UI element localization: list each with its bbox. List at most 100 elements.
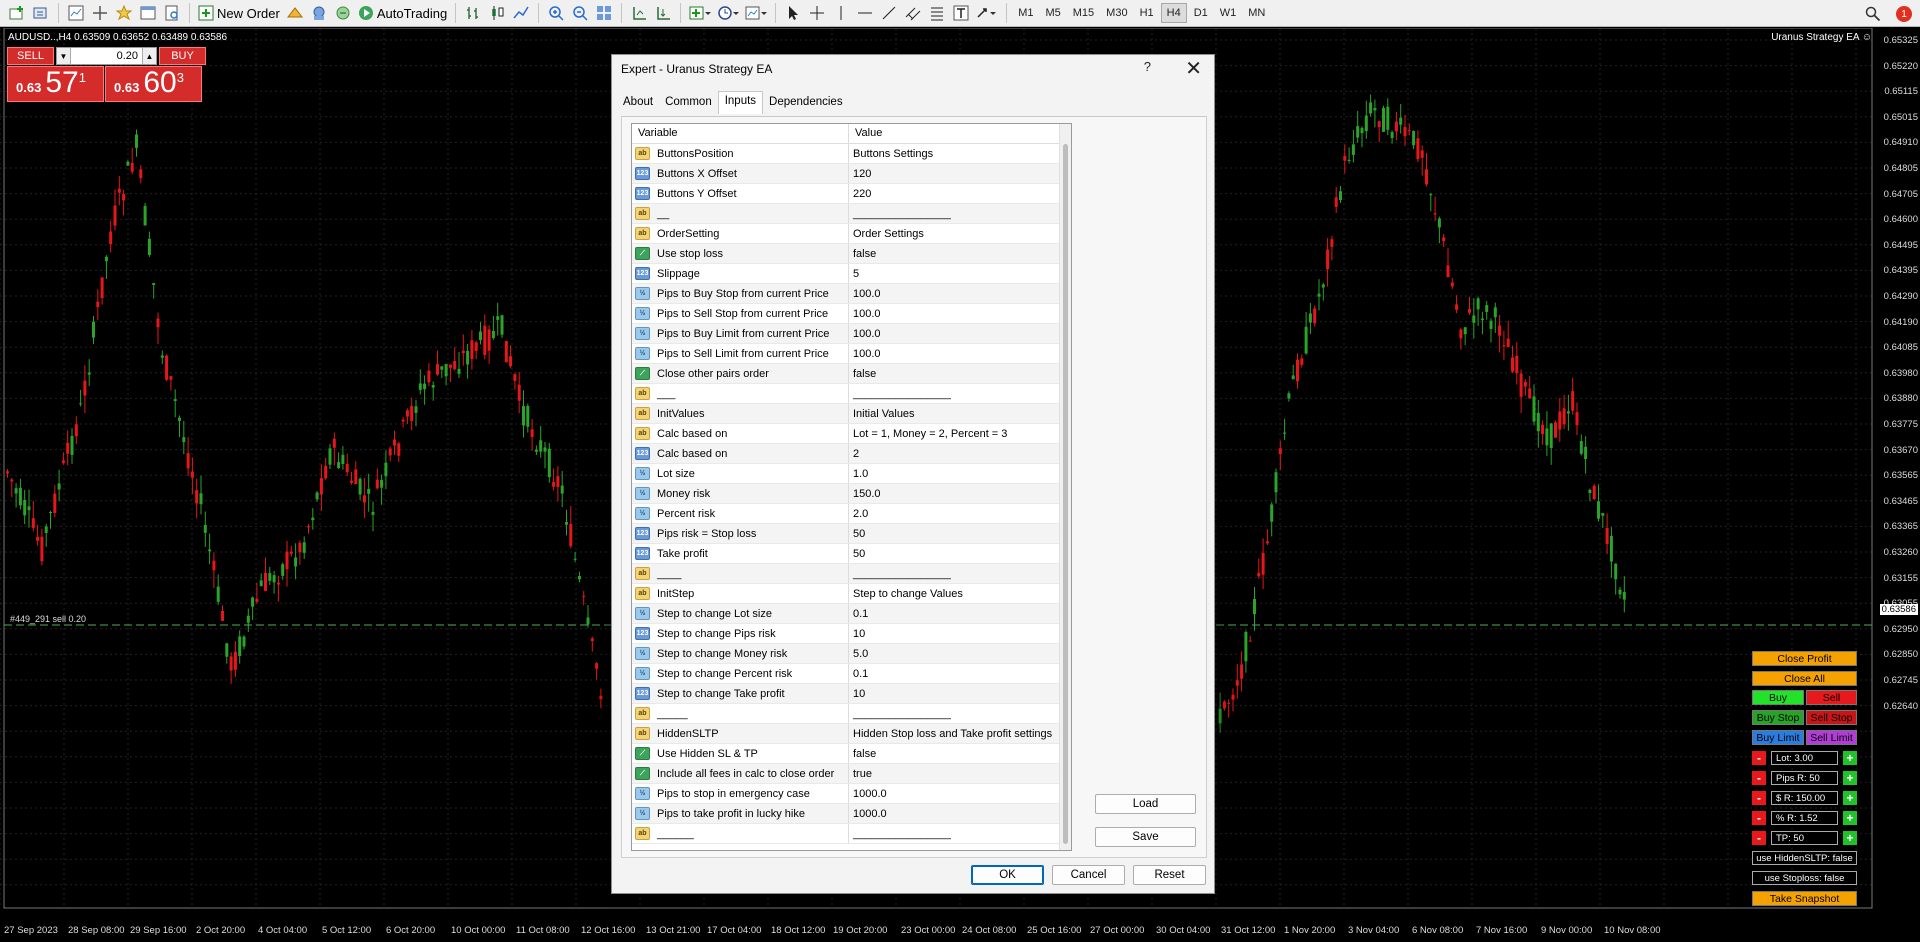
lot-plus-button[interactable]: + xyxy=(1843,751,1857,765)
input-row[interactable]: ⟋ Use Hidden SL & TP false xyxy=(632,744,1059,764)
input-value-cell[interactable]: 120 xyxy=(849,168,871,180)
input-variable-cell[interactable]: ½ Pips to Buy Limit from current Price xyxy=(632,324,849,343)
input-value-cell[interactable]: 1000.0 xyxy=(849,788,887,800)
channel-icon[interactable] xyxy=(902,2,924,24)
input-value-cell[interactable]: false xyxy=(849,748,876,760)
save-button[interactable]: Save xyxy=(1095,827,1196,847)
input-variable-cell[interactable]: ab ButtonsPosition xyxy=(632,144,849,163)
input-variable-cell[interactable]: 123 Slippage xyxy=(632,264,849,283)
buy-price-box[interactable]: 0.63 60 3 xyxy=(105,66,202,102)
input-variable-cell[interactable]: ⟋ Include all fees in calc to close order xyxy=(632,764,849,783)
cancel-button[interactable]: Cancel xyxy=(1052,865,1125,885)
input-row[interactable]: ab ____ ________________ xyxy=(632,564,1059,584)
input-variable-cell[interactable]: ½ Lot size xyxy=(632,464,849,483)
timeframe-m30[interactable]: M30 xyxy=(1101,3,1132,23)
scrollbar-thumb[interactable] xyxy=(1063,144,1068,844)
variable-column-header[interactable]: Variable xyxy=(632,124,849,143)
take-snapshot-button[interactable]: Take Snapshot xyxy=(1752,891,1857,906)
input-variable-cell[interactable]: 123 Step to change Take profit xyxy=(632,684,849,703)
close-all-button[interactable]: Close All xyxy=(1752,671,1857,686)
buy-stop-button[interactable]: Buy Stop xyxy=(1752,710,1804,725)
lot-up-arrow-icon[interactable]: ▲ xyxy=(142,48,156,64)
input-value-cell[interactable]: false xyxy=(849,368,876,380)
input-value-cell[interactable]: 2 xyxy=(849,448,859,460)
input-variable-cell[interactable]: ab Calc based on xyxy=(632,424,849,443)
indicators-icon[interactable] xyxy=(687,2,713,24)
grid-scrollbar[interactable] xyxy=(1059,124,1071,850)
timeframe-m5[interactable]: M5 xyxy=(1040,3,1065,23)
input-variable-cell[interactable]: ½ Pips to take profit in lucky hike xyxy=(632,804,849,823)
input-row[interactable]: 123 Step to change Take profit 10 xyxy=(632,684,1059,704)
timeframe-h4[interactable]: H4 xyxy=(1160,3,1187,23)
reset-button[interactable]: Reset xyxy=(1133,865,1206,885)
timeframe-w1[interactable]: W1 xyxy=(1215,3,1242,23)
input-row[interactable]: 123 Calc based on 2 xyxy=(632,444,1059,464)
close-icon[interactable]: ✕ xyxy=(1185,56,1202,81)
money-risk-plus-button[interactable]: + xyxy=(1843,791,1857,805)
help-icon[interactable]: ? xyxy=(1144,59,1151,74)
hidden-sltp-toggle[interactable]: use HiddenSLTP: false xyxy=(1752,851,1857,865)
input-value-cell[interactable]: Lot = 1, Money = 2, Percent = 3 xyxy=(849,428,1007,440)
input-row[interactable]: 123 Buttons X Offset 120 xyxy=(632,164,1059,184)
input-row[interactable]: 123 Step to change Pips risk 10 xyxy=(632,624,1059,644)
input-value-cell[interactable]: ________________ xyxy=(849,828,951,840)
input-value-cell[interactable]: ________________ xyxy=(849,388,951,400)
input-value-cell[interactable]: Step to change Values xyxy=(849,588,963,600)
autoscroll-icon[interactable] xyxy=(652,2,674,24)
candlestick-icon[interactable] xyxy=(486,2,508,24)
navigator-icon[interactable] xyxy=(113,2,135,24)
zoom-out-icon[interactable] xyxy=(569,2,591,24)
input-variable-cell[interactable]: ab OrderSetting xyxy=(632,224,849,243)
autotrading-button[interactable]: AutoTrading xyxy=(356,2,449,24)
input-row[interactable]: ⟋ Include all fees in calc to close order… xyxy=(632,764,1059,784)
input-row[interactable]: ab ButtonsPosition Buttons Settings xyxy=(632,144,1059,164)
lot-down-arrow-icon[interactable]: ▼ xyxy=(57,48,71,64)
search-icon[interactable] xyxy=(1862,3,1884,25)
stoploss-toggle[interactable]: use Stoploss: false xyxy=(1752,871,1857,885)
input-variable-cell[interactable]: ab ______ xyxy=(632,824,849,843)
input-variable-cell[interactable]: 123 Pips risk = Stop loss xyxy=(632,524,849,543)
input-row[interactable]: ½ Pips to take profit in lucky hike 1000.0 xyxy=(632,804,1059,824)
input-row[interactable]: ½ Pips to Buy Stop from current Price 100.… xyxy=(632,284,1059,304)
input-value-cell[interactable]: 10 xyxy=(849,628,865,640)
line-chart-icon[interactable] xyxy=(510,2,532,24)
input-row[interactable]: 123 Take profit 50 xyxy=(632,544,1059,564)
input-variable-cell[interactable]: ⟋ Use stop loss xyxy=(632,244,849,263)
ea-buy-button[interactable]: Buy xyxy=(1752,690,1804,705)
terminal-icon[interactable] xyxy=(137,2,159,24)
input-value-cell[interactable]: 0.1 xyxy=(849,668,868,680)
input-row[interactable]: ab Calc based on Lot = 1, Money = 2, Perce… xyxy=(632,424,1059,444)
timeframe-h1[interactable]: H1 xyxy=(1135,3,1159,23)
community-icon[interactable] xyxy=(308,2,330,24)
input-variable-cell[interactable]: ½ Pips to stop in emergency case xyxy=(632,784,849,803)
input-row[interactable]: 123 Buttons Y Offset 220 xyxy=(632,184,1059,204)
input-variable-cell[interactable]: 123 Buttons X Offset xyxy=(632,164,849,183)
metaeditor-icon[interactable] xyxy=(284,2,306,24)
percent-risk-plus-button[interactable]: + xyxy=(1843,811,1857,825)
input-row[interactable]: ⟋ Use stop loss false xyxy=(632,244,1059,264)
input-value-cell[interactable]: ________________ xyxy=(849,208,951,220)
tp-plus-button[interactable]: + xyxy=(1843,831,1857,845)
market-watch-icon[interactable] xyxy=(65,2,87,24)
input-value-cell[interactable]: false xyxy=(849,248,876,260)
tile-windows-icon[interactable] xyxy=(593,2,615,24)
timeframe-d1[interactable]: D1 xyxy=(1189,3,1213,23)
money-risk-minus-button[interactable]: - xyxy=(1752,791,1766,805)
input-row[interactable]: ab ______ ________________ xyxy=(632,824,1059,844)
sell-price-box[interactable]: 0.63 57 1 xyxy=(7,66,104,102)
input-row[interactable]: ab ___ ________________ xyxy=(632,384,1059,404)
input-row[interactable]: ½ Step to change Lot size 0.1 xyxy=(632,604,1059,624)
input-row[interactable]: 123 Pips risk = Stop loss 50 xyxy=(632,524,1059,544)
percent-risk-field[interactable]: % R: 1.52 xyxy=(1771,811,1838,825)
input-row[interactable]: ½ Pips to Sell Stop from current Price 100… xyxy=(632,304,1059,324)
input-row[interactable]: ab InitStep Step to change Values xyxy=(632,584,1059,604)
ea-sell-button[interactable]: Sell xyxy=(1806,690,1857,705)
input-row[interactable]: 123 Slippage 5 xyxy=(632,264,1059,284)
input-row[interactable]: ½ Money risk 150.0 xyxy=(632,484,1059,504)
input-value-cell[interactable]: 100.0 xyxy=(849,288,881,300)
input-value-cell[interactable]: 10 xyxy=(849,688,865,700)
input-row[interactable]: ab _____ ________________ xyxy=(632,704,1059,724)
pips-risk-field[interactable]: Pips R: 50 xyxy=(1771,771,1838,785)
input-variable-cell[interactable]: ½ Step to change Percent risk xyxy=(632,664,849,683)
input-variable-cell[interactable]: ab ___ xyxy=(632,384,849,403)
